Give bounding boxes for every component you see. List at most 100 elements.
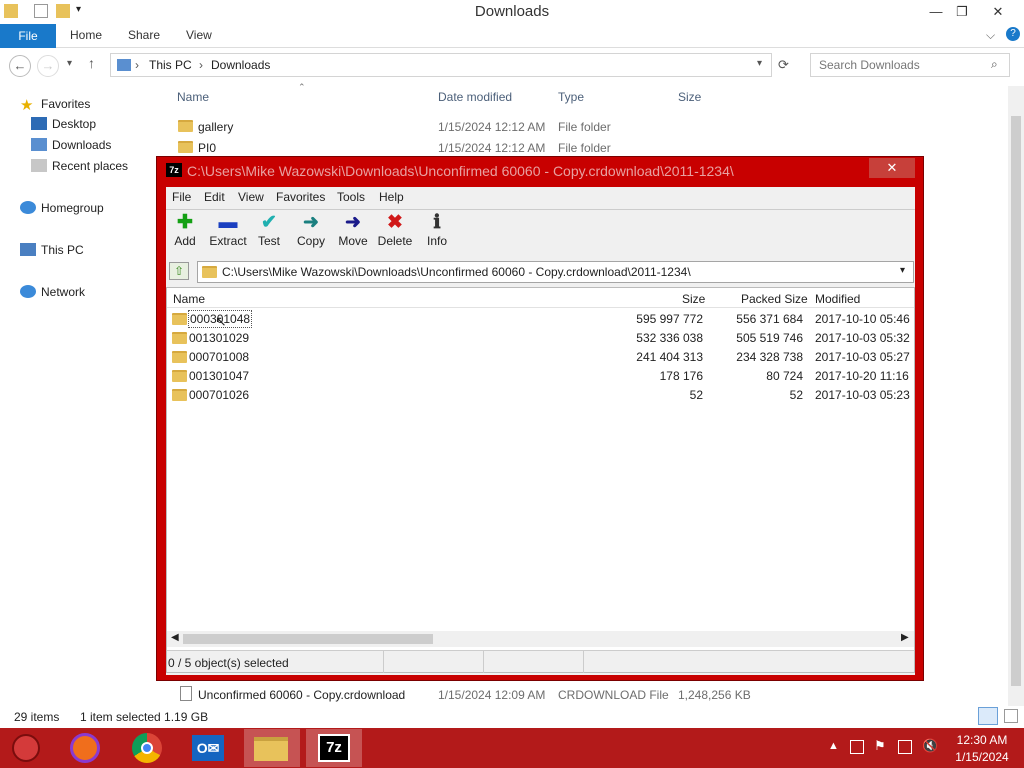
add-button[interactable]: ✚ Add <box>163 212 207 248</box>
recent-locations-icon[interactable]: ▾ <box>67 58 72 69</box>
downloads-icon <box>31 138 47 151</box>
tab-share[interactable]: Share <box>128 28 160 42</box>
path-dropdown-icon[interactable]: ▾ <box>900 265 905 276</box>
table-row[interactable]: 000701026 52 52 2017-10-03 05:23 <box>167 386 914 405</box>
details-view-icon[interactable] <box>978 707 998 725</box>
sort-up-icon: ⌃ <box>298 82 306 92</box>
tab-file[interactable]: File <box>0 24 56 48</box>
large-icons-view-icon[interactable] <box>1004 709 1018 723</box>
start-button[interactable] <box>2 729 58 767</box>
nav-this-pc[interactable]: This PC <box>20 243 84 257</box>
window-title: Downloads <box>474 3 550 20</box>
clock-time[interactable]: 12:30 AM <box>950 733 1014 747</box>
7zip-status-bar: 0 / 5 object(s) selected <box>167 650 914 673</box>
7zip-file-list: Name Size Packed Size Modified 000301048… <box>166 287 915 673</box>
copy-button[interactable]: ➜ Copy <box>289 212 333 248</box>
column-date-modified[interactable]: Date modified <box>438 90 512 104</box>
extract-button[interactable]: ▬ Extract <box>206 212 250 248</box>
vertical-scrollbar[interactable] <box>1008 86 1024 706</box>
parent-folder-button[interactable]: ⇧ <box>169 262 189 280</box>
add-icon: ✚ <box>177 212 193 233</box>
column-name[interactable]: Name <box>173 292 205 306</box>
up-button[interactable]: ↑ <box>88 55 95 71</box>
breadcrumb-this-pc[interactable]: This PC <box>149 58 192 72</box>
menu-file[interactable]: File <box>172 190 191 204</box>
item-count: 29 items <box>14 710 60 724</box>
clock-date[interactable]: 1/15/2024 <box>950 750 1014 764</box>
list-item[interactable]: PI0 1/15/2024 12:12 AM File folder <box>160 137 760 157</box>
refresh-icon[interactable]: ⟳ <box>778 57 789 73</box>
search-placeholder: Search Downloads <box>819 58 920 72</box>
file-list-header: Name ⌃ Date modified Type Size <box>160 82 1010 106</box>
taskbar-firefox[interactable] <box>58 729 114 767</box>
nav-recent-places[interactable]: Recent places <box>31 159 128 173</box>
column-size[interactable]: Size <box>678 90 701 104</box>
scroll-right-icon[interactable]: ▶ <box>901 632 909 643</box>
nav-homegroup[interactable]: Homegroup <box>20 201 104 215</box>
column-name[interactable]: Name <box>177 90 209 104</box>
nav-network[interactable]: Network <box>20 285 85 299</box>
close-button[interactable]: ✕ <box>984 2 1012 22</box>
column-packed-size[interactable]: Packed Size <box>741 292 808 306</box>
list-item[interactable]: gallery 1/15/2024 12:12 AM File folder <box>160 116 760 136</box>
volume-muted-icon[interactable]: 🔇 <box>922 738 938 754</box>
nav-downloads[interactable]: Downloads <box>31 138 111 152</box>
scrollbar-thumb[interactable] <box>183 634 433 644</box>
address-dropdown-icon[interactable]: ▾ <box>757 58 762 69</box>
info-button[interactable]: ℹ Info <box>415 212 459 248</box>
7zip-logo-icon: 7z <box>166 163 182 177</box>
network-tray-icon[interactable] <box>850 740 864 754</box>
taskbar-chrome[interactable] <box>120 729 176 767</box>
display-tray-icon[interactable] <box>898 740 912 754</box>
7zip-close-button[interactable]: ✕ <box>869 158 915 178</box>
back-button[interactable]: ← <box>9 55 31 77</box>
menu-favorites[interactable]: Favorites <box>276 190 325 204</box>
7zip-icon: 7z <box>318 734 350 762</box>
table-row[interactable]: 000301048 595 997 772 556 371 684 2017-1… <box>167 310 914 329</box>
nav-desktop[interactable]: Desktop <box>31 117 96 131</box>
list-item[interactable]: Unconfirmed 60060 - Copy.crdownload 1/15… <box>160 684 760 704</box>
network-icon <box>20 285 36 298</box>
flag-icon[interactable]: ⚑ <box>874 738 886 754</box>
table-row[interactable]: 001301029 532 336 038 505 519 746 2017-1… <box>167 329 914 348</box>
test-button[interactable]: ✔ Test <box>247 212 291 248</box>
taskbar-7zip[interactable]: 7z <box>306 729 362 767</box>
address-bar-row: ← → ▾ ↑ › This PC › Downloads ▾ ⟳ Search… <box>0 48 1024 82</box>
menu-tools[interactable]: Tools <box>337 190 365 204</box>
start-icon <box>12 734 40 762</box>
move-button[interactable]: ➜ Move <box>331 212 375 248</box>
table-row[interactable]: 000701008 241 404 313 234 328 738 2017-1… <box>167 348 914 367</box>
tab-view[interactable]: View <box>186 28 212 42</box>
folder-icon <box>178 141 193 153</box>
nav-favorites[interactable]: ★ Favorites <box>20 96 90 114</box>
search-input[interactable]: Search Downloads ⌕ <box>810 53 1010 77</box>
menu-help[interactable]: Help <box>379 190 404 204</box>
forward-button[interactable]: → <box>37 55 59 77</box>
menu-view[interactable]: View <box>238 190 264 204</box>
table-row[interactable]: 001301047 178 176 80 724 2017-10-20 11:1… <box>167 367 914 386</box>
tab-home[interactable]: Home <box>70 28 102 42</box>
search-icon[interactable]: ⌕ <box>991 57 998 72</box>
delete-button[interactable]: ✖ Delete <box>373 212 417 248</box>
expand-ribbon-icon[interactable]: ⌵ <box>986 28 995 43</box>
column-modified[interactable]: Modified <box>815 292 860 306</box>
show-hidden-icons-icon[interactable]: ▲ <box>828 740 839 752</box>
delete-icon: ✖ <box>387 212 403 233</box>
taskbar-file-explorer[interactable] <box>244 729 300 767</box>
navigation-pane: ★ Favorites Desktop Downloads Recent plac… <box>0 86 158 706</box>
scrollbar-thumb[interactable] <box>1011 116 1021 686</box>
taskbar-outlook[interactable]: O✉ <box>182 729 238 767</box>
restore-button[interactable]: ❐ <box>948 2 976 22</box>
help-icon[interactable]: ? <box>1006 27 1020 41</box>
column-size[interactable]: Size <box>682 292 705 306</box>
menu-edit[interactable]: Edit <box>204 190 225 204</box>
horizontal-scrollbar[interactable]: ◀ ▶ <box>167 631 914 647</box>
address-box[interactable]: › This PC › Downloads ▾ <box>110 53 772 77</box>
minimize-button[interactable]: — <box>922 2 950 22</box>
folder-icon <box>172 351 187 363</box>
scroll-left-icon[interactable]: ◀ <box>171 632 179 643</box>
outlook-icon: O✉ <box>192 735 224 761</box>
breadcrumb-downloads[interactable]: Downloads <box>211 58 270 72</box>
column-type[interactable]: Type <box>558 90 584 104</box>
path-input[interactable]: C:\Users\Mike Wazowski\Downloads\Unconfi… <box>197 261 914 283</box>
